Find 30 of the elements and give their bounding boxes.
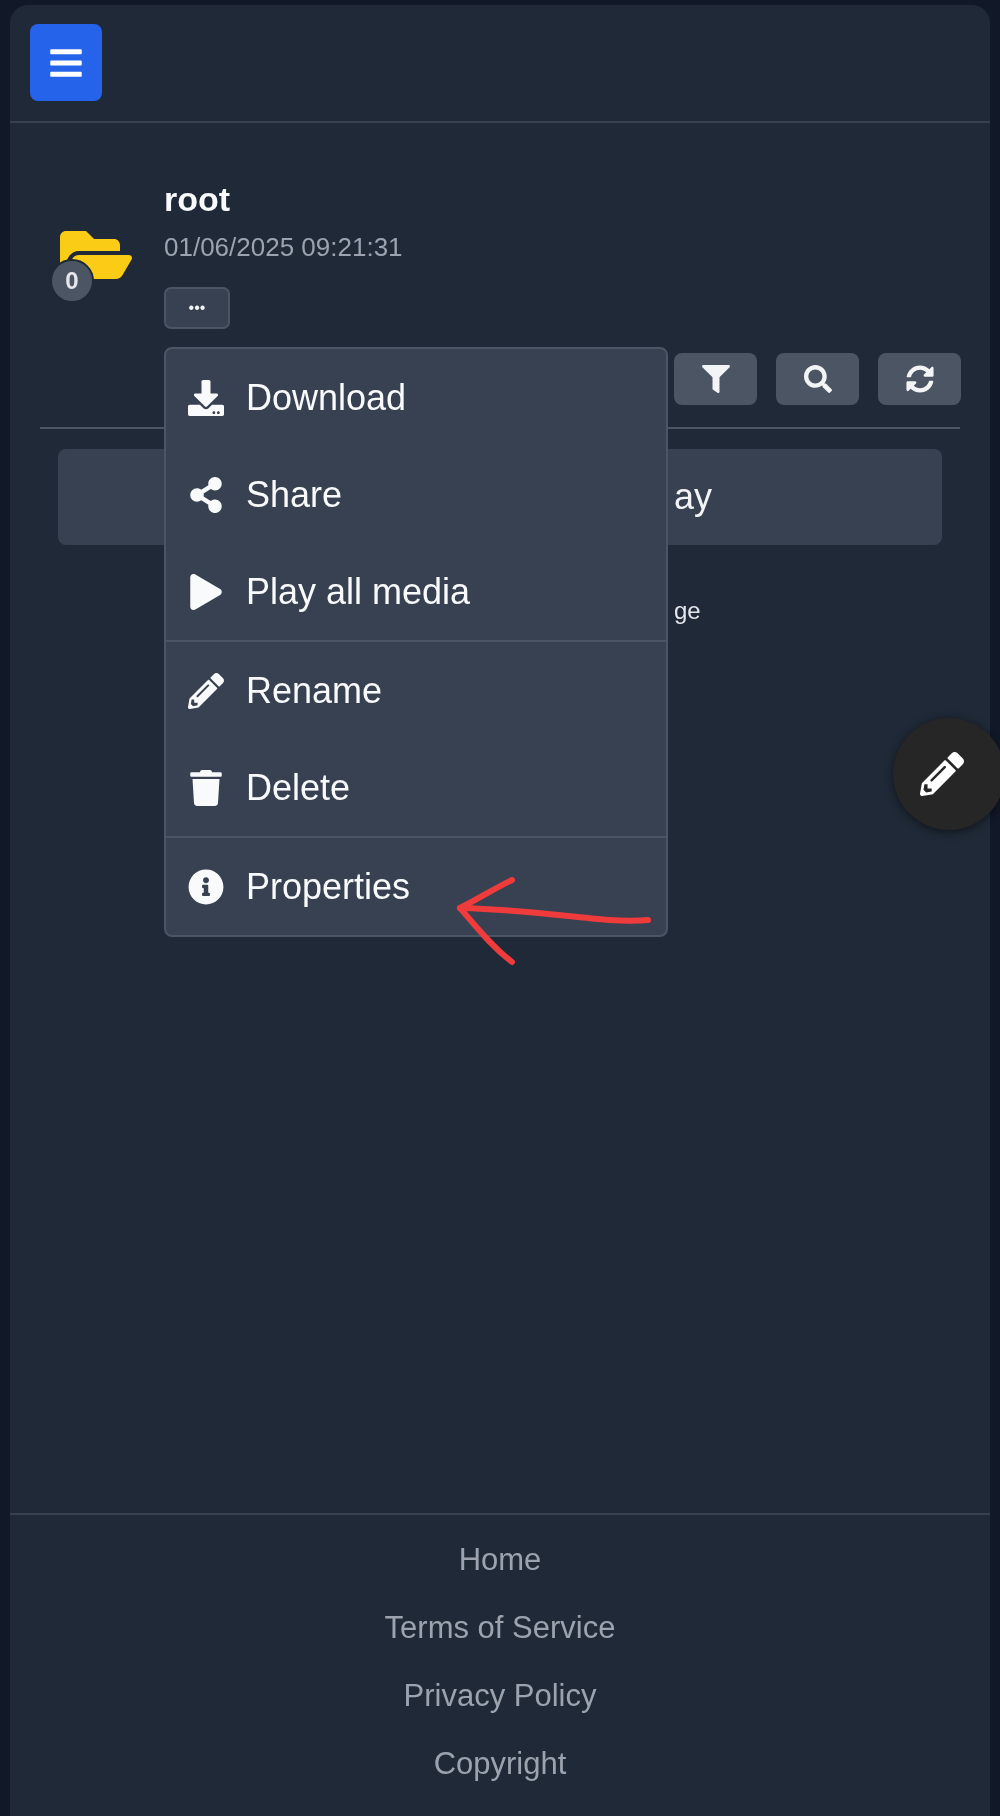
menu-item[interactable]: Delete [166, 739, 666, 836]
search-icon [803, 365, 832, 393]
menu-item[interactable]: Rename [166, 642, 666, 739]
filter-button[interactable] [674, 353, 757, 405]
menu-item[interactable]: Properties [166, 838, 666, 935]
folder-date: 01/06/2025 09:21:31 [164, 231, 403, 264]
refresh-button[interactable] [878, 353, 961, 405]
filter-icon [701, 365, 730, 393]
menu-item[interactable]: Share [166, 446, 666, 543]
panel-text: ay [674, 476, 713, 518]
more-button[interactable]: ••• [164, 287, 230, 329]
search-button[interactable] [776, 353, 859, 405]
menu-button[interactable] [30, 24, 102, 101]
trash-icon [188, 769, 224, 806]
refresh-icon [905, 365, 934, 393]
info-icon [188, 868, 224, 905]
folder-name: root [164, 179, 231, 219]
count-badge: 0 [50, 259, 94, 303]
play-icon [188, 573, 224, 610]
footer-link[interactable]: Home [458, 1541, 542, 1579]
menu-item[interactable]: Download [166, 349, 666, 446]
share-icon [188, 476, 224, 513]
note-text: ge [674, 597, 701, 625]
footer-link[interactable]: Terms of Service [384, 1609, 616, 1647]
pencil-icon [188, 672, 224, 709]
footer-link[interactable]: Privacy Policy [403, 1677, 597, 1715]
pencil-icon [920, 752, 964, 796]
footer-link[interactable]: Copyright [433, 1745, 567, 1783]
download-icon [188, 379, 224, 416]
menu-item[interactable]: Play all media [166, 543, 666, 640]
